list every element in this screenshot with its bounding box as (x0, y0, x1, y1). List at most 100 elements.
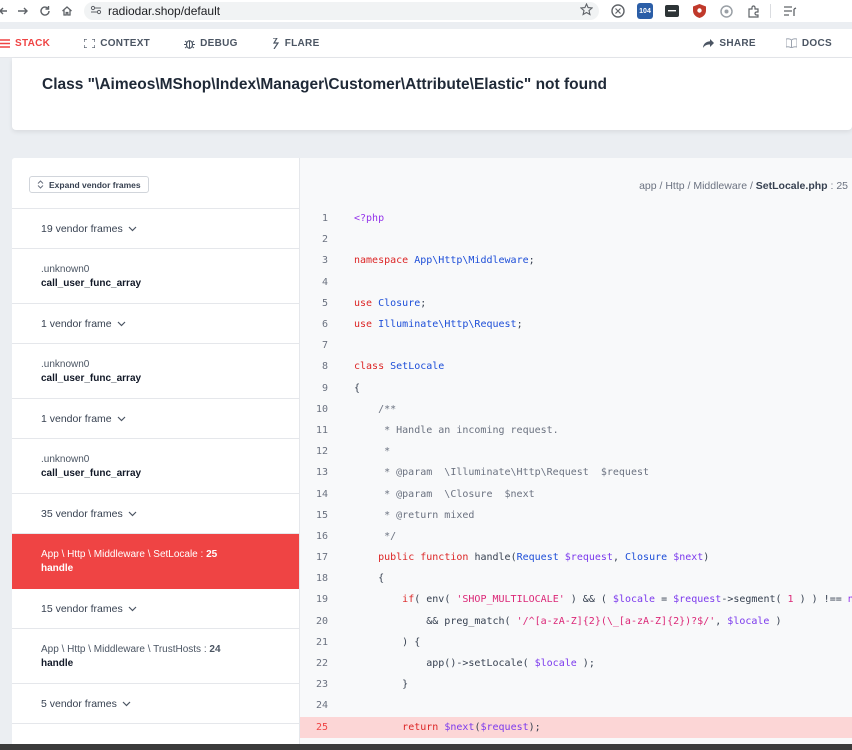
extension-gear-icon[interactable] (718, 3, 734, 19)
tab-flare[interactable]: FLARE (272, 37, 320, 49)
frame-item[interactable]: .unknown0 call_user_func_array (12, 249, 299, 304)
code-line-number[interactable]: 25 (300, 722, 330, 733)
code-line-number[interactable]: 16 (300, 531, 330, 542)
forward-icon[interactable] (14, 2, 32, 20)
frame-item[interactable]: App \ Http \ Middleware \ TrustHosts : 2… (12, 629, 299, 684)
frame-method: call_user_func_array (41, 277, 142, 289)
exception-message: Class "\Aimeos\MShop\Index\Manager\Custo… (42, 76, 608, 93)
tab-context[interactable]: CONTEXT (84, 38, 150, 49)
code-line-text: * @param \Illuminate\Http\Request $reque… (354, 467, 650, 479)
expand-vendor-frames-button[interactable]: Expand vendor frames (29, 176, 149, 193)
extension-counter-icon[interactable]: 104 (637, 3, 653, 19)
code-line-number[interactable]: 3 (300, 255, 330, 266)
code-line-number[interactable]: 7 (300, 340, 330, 351)
code-line-number[interactable]: 17 (300, 552, 330, 563)
home-icon[interactable] (58, 2, 76, 20)
code-line-number[interactable]: 14 (300, 489, 330, 500)
tab-flare-label: FLARE (284, 37, 320, 49)
vendor-frames-label: 5 vendor frames (41, 697, 117, 710)
docs-button[interactable]: DOCS (785, 38, 832, 49)
code-line-number[interactable]: 11 (300, 425, 330, 436)
code-line-number[interactable]: 5 (300, 298, 330, 309)
vendor-frames-toggle[interactable]: 1 vendor frame (12, 304, 299, 344)
error-header-card: Class "\Aimeos\MShop\Index\Manager\Custo… (12, 58, 852, 130)
frame-item[interactable]: .unknown0 call_user_func_array (12, 439, 299, 494)
vendor-frames-toggle[interactable]: 5 vendor frames (12, 684, 299, 724)
code-line-text: return $next($request); (402, 721, 541, 733)
code-line-number[interactable]: 13 (300, 467, 330, 478)
code-line: 1 <?php (300, 208, 852, 229)
vendor-frames-label: 19 vendor frames (41, 222, 123, 235)
frame-class: App \ Http \ Middleware \ TrustHosts (41, 643, 202, 655)
code-line: 6 use Illuminate\Http\Request; (300, 314, 852, 335)
ignition-navbar: STACK CONTEXT DEBUG FLARE SHARE DOCS (0, 29, 852, 58)
frame-item-selected[interactable]: App \ Http \ Middleware \ SetLocale : 25… (12, 534, 299, 589)
back-icon[interactable] (0, 2, 8, 20)
share-button[interactable]: SHARE (703, 38, 756, 49)
code-line-number[interactable]: 15 (300, 510, 330, 521)
frame-class: .unknown0 (41, 453, 90, 465)
frame-method: handle (41, 562, 74, 574)
code-line: 22 app()->setLocale( $locale ); (300, 653, 852, 674)
frame-line-separator: : (197, 548, 207, 560)
frame-method: call_user_func_array (41, 467, 142, 479)
code-line-number[interactable]: 19 (300, 594, 330, 605)
share-icon (703, 38, 715, 48)
code-line-number[interactable]: 24 (300, 700, 330, 711)
extension-shield-icon[interactable] (691, 3, 707, 19)
chevron-down-icon (128, 223, 137, 235)
code-line-number[interactable]: 4 (300, 277, 330, 288)
file-path[interactable]: app / Http / Middleware / SetLocale.php … (639, 180, 848, 192)
code-line: 25 return $next($request); (300, 716, 852, 738)
code-line-number[interactable]: 8 (300, 361, 330, 372)
code-line-number[interactable]: 21 (300, 637, 330, 648)
chevron-down-icon (117, 413, 126, 425)
code-viewer: app / Http / Middleware / SetLocale.php … (300, 158, 852, 750)
code-line: 24 (300, 695, 852, 716)
extension-circle-icon[interactable] (610, 3, 626, 19)
code-line: 17 public function handle(Request $reque… (300, 547, 852, 568)
extensions-puzzle-icon[interactable] (745, 3, 761, 19)
vendor-frames-label: 35 vendor frames (41, 507, 123, 520)
frame-line-number: 25 (206, 548, 218, 560)
code-line-text: */ (354, 530, 397, 542)
bookmark-star-icon[interactable] (579, 2, 594, 19)
code-line-text: { (354, 573, 385, 585)
code-line-number[interactable]: 12 (300, 446, 330, 457)
vendor-frames-toggle[interactable]: 1 vendor frame (12, 399, 299, 439)
tab-debug-label: DEBUG (200, 37, 238, 49)
vendor-frames-toggle[interactable]: 19 vendor frames (12, 209, 299, 249)
browser-toolbar: radiodar.shop/default 104 (0, 0, 852, 22)
reload-icon[interactable] (36, 2, 54, 20)
code-line: 7 (300, 335, 852, 356)
code-line: 21 ) { (300, 632, 852, 653)
code-line-number[interactable]: 6 (300, 319, 330, 330)
code-line-text: * @param \Closure $next (354, 488, 535, 500)
code-line-number[interactable]: 20 (300, 616, 330, 627)
bug-icon (184, 39, 196, 49)
code-block: 1 <?php 2 3 namespace App\Http\Middleware; 4 5… (300, 208, 852, 738)
site-settings-icon[interactable] (90, 4, 102, 18)
extension-terminal-icon[interactable] (664, 3, 680, 19)
code-line-number[interactable]: 23 (300, 679, 330, 690)
code-line: 20 && preg_match( '/^[a-zA-Z]{2}(\_[a-zA… (300, 611, 852, 632)
playlist-icon[interactable] (782, 3, 798, 19)
flare-icon (272, 37, 279, 49)
vendor-frames-toggle[interactable]: 35 vendor frames (12, 494, 299, 534)
frame-item[interactable]: .unknown0 call_user_func_array (12, 344, 299, 399)
code-line-number[interactable]: 18 (300, 573, 330, 584)
tab-stack[interactable]: STACK (0, 38, 50, 49)
code-line-number[interactable]: 22 (300, 658, 330, 669)
address-bar[interactable]: radiodar.shop/default (84, 2, 599, 20)
code-line-number[interactable]: 1 (300, 213, 330, 224)
tab-debug[interactable]: DEBUG (184, 38, 238, 49)
code-line: 2 (300, 229, 852, 250)
code-line-text: use Closure; (354, 297, 427, 309)
vendor-frames-toggle[interactable]: 15 vendor frames (12, 589, 299, 629)
code-line: 13 * @param \Illuminate\Http\Request $re… (300, 462, 852, 483)
code-line: 15 * @return mixed (300, 505, 852, 526)
code-line-number[interactable]: 2 (300, 234, 330, 245)
code-line-number[interactable]: 10 (300, 404, 330, 415)
stack-icon (0, 38, 10, 48)
code-line-number[interactable]: 9 (300, 383, 330, 394)
